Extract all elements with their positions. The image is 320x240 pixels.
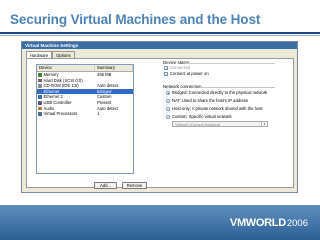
column-summary[interactable]: Summary: [95, 65, 133, 71]
dialog-title: Virtual Machine Settings: [22, 42, 297, 49]
dialog-tabs: Hardware Options: [26, 51, 75, 58]
network-connection-title: Network connection: [163, 84, 202, 89]
column-device[interactable]: Device: [37, 65, 95, 71]
custom-label: Custom: Specific virtual network: [172, 114, 232, 119]
bridged-label: Bridged: Connected directly to the physi…: [172, 90, 268, 95]
slide-title: Securing Virtual Machines and the Host: [10, 12, 261, 27]
bridged-radio[interactable]: [166, 91, 170, 95]
title-rule: [0, 32, 320, 34]
host-only-label: Host-only: A private network shared with…: [172, 106, 263, 111]
remove-button[interactable]: Remove: [122, 182, 147, 189]
processor-icon: [38, 112, 42, 116]
device-table-header: Device Summary: [37, 65, 133, 72]
custom-network-select[interactable]: VMnet0 (Default Bridged) ▼: [172, 121, 268, 127]
device-table: Device Summary Memory 256 MB Hard Disk (SC…: [36, 64, 134, 174]
chevron-down-icon: ▼: [261, 122, 266, 127]
tab-hardware[interactable]: Hardware: [26, 51, 53, 58]
connect-at-power-on-label: Connect at power on: [170, 71, 209, 76]
add-button[interactable]: Add...: [94, 182, 117, 189]
ethernet-icon: [38, 89, 42, 94]
hard-disk-icon: [38, 78, 42, 83]
ethernet-icon: [38, 95, 42, 99]
device-cell: Virtual Processors: [37, 111, 95, 117]
connected-checkbox[interactable]: ✓: [164, 66, 168, 71]
memory-icon: [38, 73, 42, 77]
device-rows: Memory 256 MB Hard Disk (SCSI 0:0) CD-ROM (…: [37, 72, 133, 117]
custom-network-value: VMnet0 (Default Bridged): [175, 122, 221, 127]
host-only-radio[interactable]: [166, 107, 170, 111]
tab-options[interactable]: Options: [52, 51, 75, 58]
network-connection-rule: [199, 87, 275, 88]
footer-year: 2006: [286, 218, 308, 229]
connect-at-power-on-checkbox[interactable]: ✓: [164, 72, 168, 77]
device-summary: 1: [97, 111, 100, 117]
custom-radio[interactable]: [166, 115, 170, 119]
nat-label: NAT: Used to share the host's IP address: [172, 98, 249, 103]
device-status-rule: [185, 63, 275, 64]
nat-radio[interactable]: [166, 99, 170, 103]
title-rule-thin: [0, 35, 320, 36]
device-row[interactable]: Virtual Processors 1: [37, 111, 133, 117]
usb-icon: [38, 101, 42, 105]
cdrom-icon: [38, 84, 42, 88]
vmworld-logo: VMWORLD2006: [230, 213, 308, 231]
footer-brand: VMWORLD: [229, 217, 286, 229]
audio-icon: [38, 106, 42, 111]
connected-label: Connected: [170, 65, 191, 70]
device-name: Virtual Processors: [43, 111, 78, 117]
